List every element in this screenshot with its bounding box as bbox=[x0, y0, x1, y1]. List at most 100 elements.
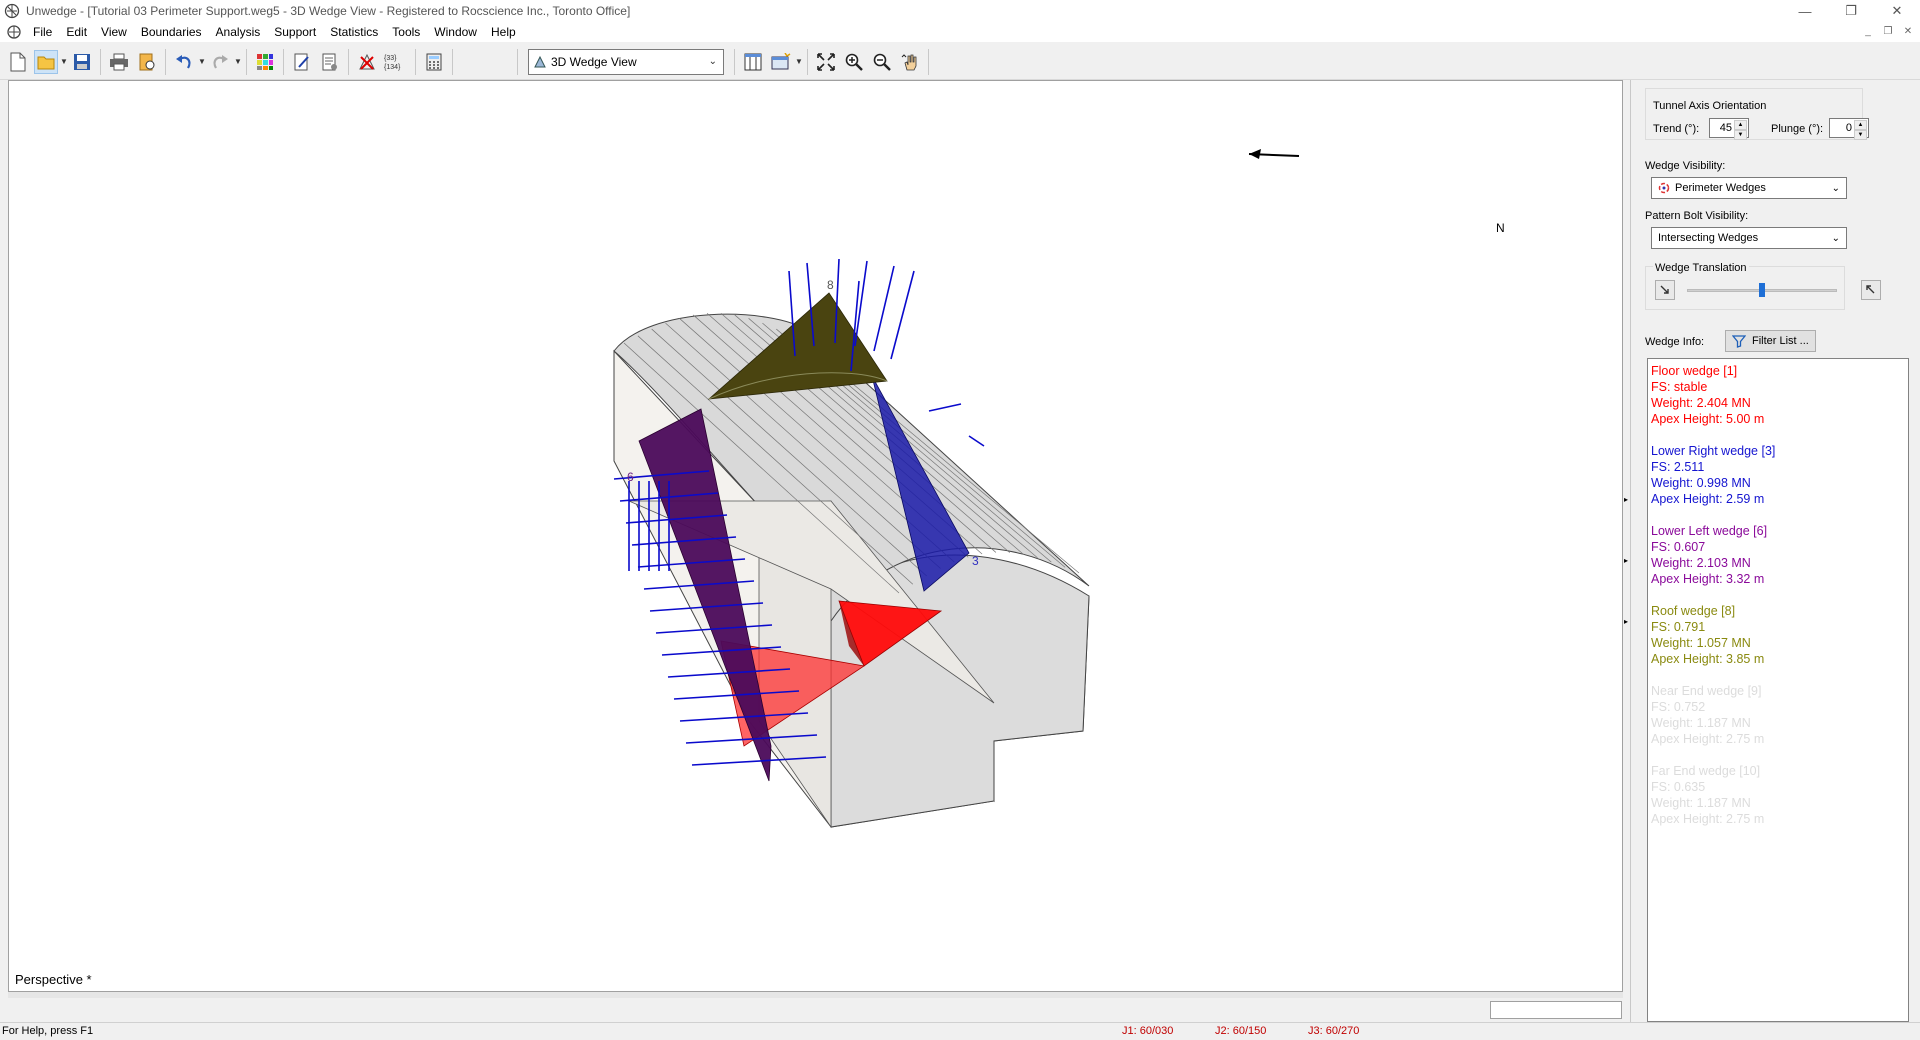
mdi-restore-button[interactable]: ❐ bbox=[1880, 24, 1896, 38]
wedge-info-item[interactable]: Floor wedge [1] FS: stable Weight: 2.404 M… bbox=[1651, 363, 1905, 427]
print-button[interactable] bbox=[107, 50, 131, 74]
trend-down-arrow[interactable]: ▼ bbox=[1734, 130, 1747, 140]
wedge-info-list[interactable]: Floor wedge [1] FS: stable Weight: 2.404 M… bbox=[1647, 358, 1909, 1022]
translation-slider-thumb[interactable] bbox=[1759, 283, 1765, 297]
zoom-in-button[interactable] bbox=[842, 50, 866, 74]
minimize-button[interactable]: — bbox=[1782, 0, 1828, 22]
zoom-out-icon bbox=[873, 53, 891, 71]
sidebar-panel: Tunnel Axis Orientation Trend (°): 45 ▲ ▼… bbox=[1630, 80, 1920, 1040]
translation-reset-button[interactable] bbox=[1655, 280, 1675, 300]
input-data-button[interactable] bbox=[318, 50, 342, 74]
plunge-up-arrow[interactable]: ▲ bbox=[1854, 120, 1867, 130]
wedge-info-item[interactable]: Near End wedge [9] FS: 0.752 Weight: 1.187… bbox=[1651, 683, 1905, 747]
trend-up-arrow[interactable]: ▲ bbox=[1734, 120, 1747, 130]
menu-tools[interactable]: Tools bbox=[385, 22, 427, 42]
settings-document-icon bbox=[322, 53, 337, 70]
status-help-text: For Help, press F1 bbox=[2, 1025, 94, 1037]
open-dropdown-arrow[interactable]: ▼ bbox=[60, 50, 68, 74]
mdi-close-button[interactable]: ✕ bbox=[1900, 24, 1916, 38]
plunge-down-arrow[interactable]: ▼ bbox=[1854, 130, 1867, 140]
combinations-button[interactable]: {33} {134} bbox=[383, 50, 409, 74]
undo-button[interactable] bbox=[172, 50, 196, 74]
color-grid-icon bbox=[257, 53, 273, 70]
wedge-info-item[interactable]: Roof wedge [8] FS: 0.791 Weight: 1.057 MN A… bbox=[1651, 603, 1905, 667]
view-select[interactable]: 3D Wedge View ⌄ bbox=[528, 48, 724, 75]
status-bar: For Help, press F1 J1: 60/030 J2: 60/150… bbox=[0, 1022, 1920, 1040]
display-options-button[interactable] bbox=[253, 50, 277, 74]
menu-support[interactable]: Support bbox=[267, 22, 323, 42]
tunnel-axis-title: Tunnel Axis Orientation bbox=[1653, 100, 1767, 112]
trend-value: 45 bbox=[1719, 122, 1732, 134]
view-select-value: 3D Wedge View bbox=[551, 54, 637, 69]
document-icon[interactable] bbox=[6, 24, 22, 40]
calculator-button[interactable] bbox=[422, 50, 446, 74]
redo-dropdown-arrow[interactable]: ▼ bbox=[234, 50, 242, 74]
viewport-horizontal-scrollbar[interactable] bbox=[8, 992, 1623, 998]
new-window-icon bbox=[771, 52, 791, 69]
undo-icon bbox=[176, 54, 191, 69]
perimeter-wedges-icon bbox=[1658, 182, 1670, 194]
new-window-dropdown-arrow[interactable]: ▼ bbox=[795, 50, 803, 74]
roof-wedge-label: 8 bbox=[827, 278, 834, 292]
trend-spinbox[interactable]: 45 ▲ ▼ bbox=[1709, 118, 1749, 140]
wedge-info-item[interactable]: Far End wedge [10] FS: 0.635 Weight: 1.187… bbox=[1651, 763, 1905, 827]
zoom-out-button[interactable] bbox=[870, 50, 894, 74]
filter-list-button[interactable]: Filter List ... bbox=[1725, 330, 1816, 352]
wedge-visibility-label: Wedge Visibility: bbox=[1645, 160, 1726, 172]
pan-button[interactable] bbox=[898, 50, 922, 74]
open-file-button[interactable] bbox=[34, 49, 58, 74]
new-file-button[interactable] bbox=[6, 50, 30, 74]
wedge-info-value: Apex Height: 3.85 m bbox=[1651, 652, 1765, 666]
compute-button[interactable] bbox=[355, 50, 379, 74]
menu-analysis[interactable]: Analysis bbox=[209, 22, 268, 42]
wedge-visibility-select[interactable]: Perimeter Wedges ⌄ bbox=[1651, 177, 1847, 199]
unwedge-app-icon bbox=[4, 3, 20, 19]
save-button[interactable] bbox=[70, 50, 94, 74]
menu-boundaries[interactable]: Boundaries bbox=[134, 22, 209, 42]
wedge-info-value: FS: 0.607 bbox=[1651, 540, 1706, 554]
undo-dropdown-arrow[interactable]: ▼ bbox=[198, 50, 206, 74]
chevron-down-icon: ⌄ bbox=[1831, 233, 1840, 244]
menu-statistics[interactable]: Statistics bbox=[323, 22, 385, 42]
wedge-info-value: Apex Height: 2.75 m bbox=[1651, 812, 1765, 826]
wedge-info-value: Apex Height: 3.32 m bbox=[1651, 572, 1765, 586]
split-view-button[interactable] bbox=[741, 50, 765, 74]
menu-window[interactable]: Window bbox=[427, 22, 484, 42]
chevron-down-icon: ⌄ bbox=[1831, 183, 1840, 194]
bolt-visibility-select[interactable]: Intersecting Wedges ⌄ bbox=[1651, 227, 1847, 249]
new-window-button[interactable] bbox=[769, 50, 793, 74]
close-button[interactable]: ✕ bbox=[1874, 0, 1920, 22]
wedge-info-value: FS: 0.791 bbox=[1651, 620, 1706, 634]
wedge-info-value: FS: 0.752 bbox=[1651, 700, 1706, 714]
wedge-3d-viewport[interactable]: 8 6 3 N Perspective * bbox=[8, 80, 1623, 992]
filter-icon bbox=[1732, 335, 1746, 348]
wedge-info-title: Far End wedge [10] bbox=[1651, 764, 1761, 778]
wedge-info-value: FS: 2.511 bbox=[1651, 460, 1705, 474]
north-arrow-head bbox=[1249, 149, 1261, 159]
zoom-all-button[interactable] bbox=[814, 50, 838, 74]
status-joint-2: J2: 60/150 bbox=[1215, 1025, 1267, 1037]
print-preview-button[interactable] bbox=[135, 50, 159, 74]
open-folder-icon bbox=[37, 56, 55, 69]
status-joint-1: J1: 60/030 bbox=[1122, 1025, 1174, 1037]
rock-bolt bbox=[968, 435, 985, 447]
wedge-info-item[interactable]: Lower Right wedge [3] FS: 2.511 Weight: 0.… bbox=[1651, 443, 1905, 507]
restore-button[interactable]: ❐ bbox=[1828, 0, 1874, 22]
menu-edit[interactable]: Edit bbox=[59, 22, 94, 42]
plunge-spinbox[interactable]: 0 ▲ ▼ bbox=[1829, 118, 1869, 140]
calculator-icon bbox=[426, 53, 442, 70]
redo-button[interactable] bbox=[208, 50, 232, 74]
print-preview-icon bbox=[139, 53, 155, 70]
menu-help[interactable]: Help bbox=[484, 22, 523, 42]
menu-view[interactable]: View bbox=[94, 22, 134, 42]
menu-file[interactable]: File bbox=[26, 22, 59, 42]
rock-bolt bbox=[890, 270, 915, 360]
project-settings-button[interactable] bbox=[290, 50, 314, 74]
wedge-info-item[interactable]: Lower Left wedge [6] FS: 0.607 Weight: 2.1… bbox=[1651, 523, 1905, 587]
wedge-3d-scene[interactable]: 8 6 3 bbox=[9, 81, 1622, 961]
printer-icon bbox=[110, 53, 128, 70]
lower-right-wedge-label: 3 bbox=[972, 554, 979, 568]
mdi-minimize-button[interactable]: _ bbox=[1860, 24, 1876, 38]
translation-expand-button[interactable] bbox=[1861, 280, 1881, 300]
edit-document-icon bbox=[294, 53, 309, 70]
